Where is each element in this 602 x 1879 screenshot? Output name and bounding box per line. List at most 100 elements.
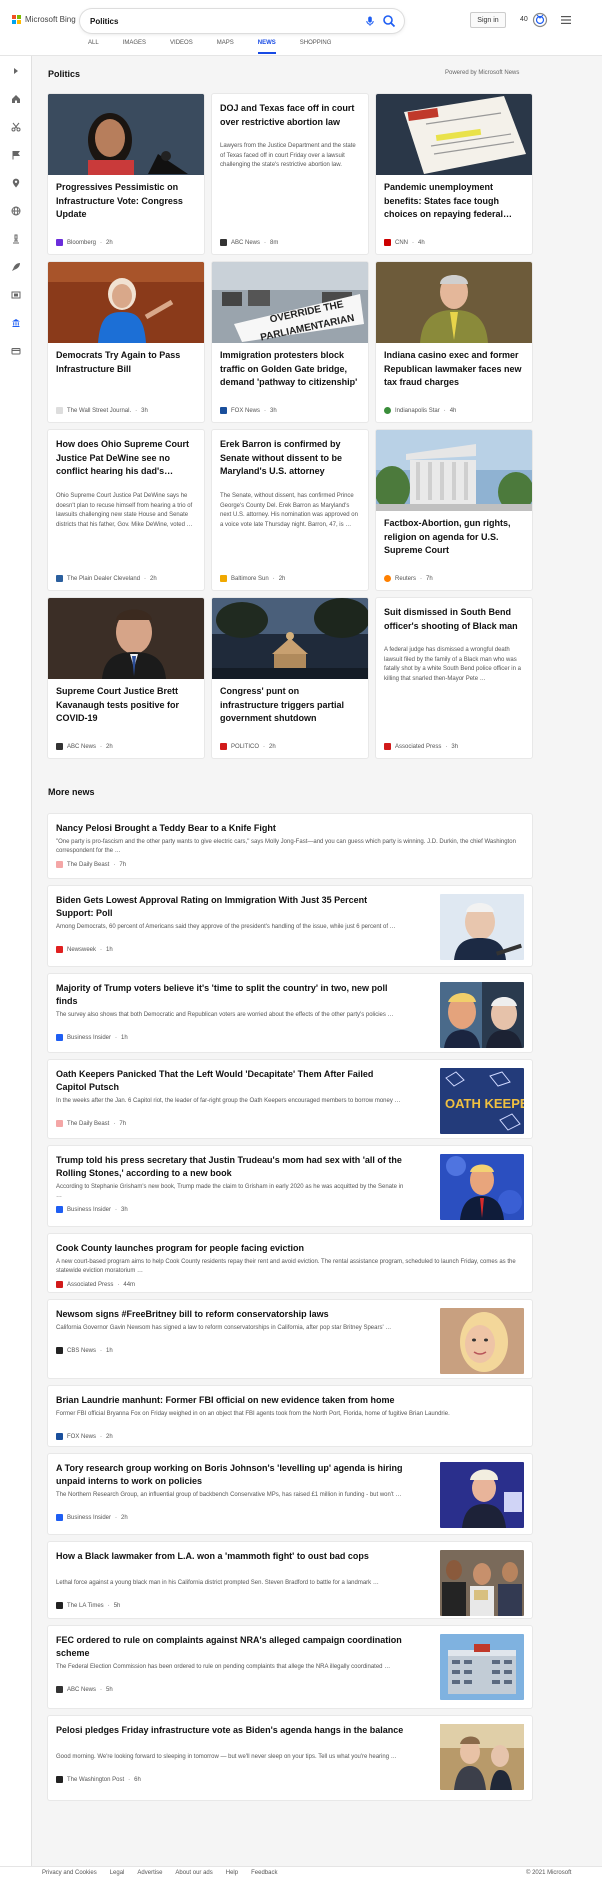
home-icon[interactable] bbox=[9, 92, 23, 106]
hamburger-menu-icon[interactable] bbox=[561, 15, 571, 25]
news-card[interactable]: Indiana casino exec and former Republica… bbox=[376, 262, 532, 422]
list-item-source[interactable]: Business Insider · 2h bbox=[56, 1514, 128, 1521]
card-source[interactable]: Indianapolis Star · 4h bbox=[384, 407, 456, 414]
list-item[interactable]: Trump told his press secretary that Just… bbox=[48, 1146, 532, 1226]
list-item[interactable]: Cook County launches program for people … bbox=[48, 1234, 532, 1292]
news-card[interactable]: OVERRIDE THE PARLIAMENTARIAN Immigration … bbox=[212, 262, 368, 422]
list-item-title[interactable]: Biden Gets Lowest Approval Rating on Imm… bbox=[56, 894, 404, 920]
card-title[interactable]: Supreme Court Justice Brett Kavanaugh te… bbox=[56, 685, 196, 726]
footer-link-legal[interactable]: Legal bbox=[110, 1870, 125, 1876]
footer-link-about-ads[interactable]: About our ads bbox=[175, 1870, 212, 1876]
expand-icon[interactable] bbox=[9, 64, 23, 78]
rocket-icon[interactable] bbox=[9, 260, 23, 274]
card-title[interactable]: DOJ and Texas face off in court over res… bbox=[220, 102, 360, 129]
card-source[interactable]: CNN · 4h bbox=[384, 239, 425, 246]
list-item[interactable]: Pelosi pledges Friday infrastructure vot… bbox=[48, 1716, 532, 1800]
news-card[interactable]: How does Ohio Supreme Court Justice Pat … bbox=[48, 430, 204, 590]
tab-images[interactable]: IMAGES bbox=[123, 40, 146, 54]
news-card[interactable]: Erek Barron is confirmed by Senate witho… bbox=[212, 430, 368, 590]
list-item-source[interactable]: Newsweek · 1h bbox=[56, 946, 113, 953]
credit-card-icon[interactable] bbox=[9, 344, 23, 358]
list-item-source[interactable]: Associated Press · 44m bbox=[56, 1281, 135, 1288]
globe-icon[interactable] bbox=[9, 204, 23, 218]
news-card[interactable]: Democrats Try Again to Pass Infrastructu… bbox=[48, 262, 204, 422]
list-item[interactable]: Brian Laundrie manhunt: Former FBI offic… bbox=[48, 1386, 532, 1446]
list-item-source[interactable]: Business Insider · 3h bbox=[56, 1206, 128, 1213]
list-item-title[interactable]: How a Black lawmaker from L.A. won a 'ma… bbox=[56, 1550, 404, 1563]
bing-logo[interactable]: Microsoft Bing bbox=[12, 15, 76, 24]
card-source[interactable]: The Plain Dealer Cleveland · 2h bbox=[56, 575, 157, 582]
list-item-source[interactable]: CBS News · 1h bbox=[56, 1347, 113, 1354]
footer-link-help[interactable]: Help bbox=[226, 1870, 238, 1876]
list-item-title[interactable]: Pelosi pledges Friday infrastructure vot… bbox=[56, 1724, 404, 1737]
card-title[interactable]: Democrats Try Again to Pass Infrastructu… bbox=[56, 349, 196, 376]
card-title[interactable]: Pandemic unemployment benefits: States f… bbox=[384, 181, 524, 222]
scissors-icon[interactable] bbox=[9, 120, 23, 134]
list-item-source[interactable]: The Daily Beast · 7h bbox=[56, 861, 126, 868]
card-title[interactable]: Erek Barron is confirmed by Senate witho… bbox=[220, 438, 360, 479]
news-card[interactable]: Pandemic unemployment benefits: States f… bbox=[376, 94, 532, 254]
flag-icon[interactable] bbox=[9, 148, 23, 162]
list-item-title[interactable]: Trump told his press secretary that Just… bbox=[56, 1154, 404, 1180]
list-item-source[interactable]: FOX News · 2h bbox=[56, 1433, 113, 1440]
list-item-title[interactable]: Nancy Pelosi Brought a Teddy Bear to a K… bbox=[56, 822, 522, 835]
card-source[interactable]: Reuters · 7h bbox=[384, 575, 433, 582]
microscope-icon[interactable] bbox=[9, 232, 23, 246]
tab-videos[interactable]: VIDEOS bbox=[170, 40, 193, 54]
news-card[interactable]: Factbox-Abortion, gun rights, religion o… bbox=[376, 430, 532, 590]
list-item-source[interactable]: The Washington Post · 6h bbox=[56, 1776, 141, 1783]
government-building-icon[interactable] bbox=[9, 316, 23, 330]
film-icon[interactable] bbox=[9, 288, 23, 302]
footer-link-privacy[interactable]: Privacy and Cookies bbox=[42, 1870, 97, 1876]
card-source[interactable]: FOX News · 3h bbox=[220, 407, 277, 414]
list-item-title[interactable]: FEC ordered to rule on complaints agains… bbox=[56, 1634, 404, 1660]
search-input[interactable] bbox=[90, 14, 340, 28]
location-pin-icon[interactable] bbox=[9, 176, 23, 190]
list-item[interactable]: FEC ordered to rule on complaints agains… bbox=[48, 1626, 532, 1708]
rewards-medal-icon[interactable] bbox=[532, 12, 548, 28]
tab-shopping[interactable]: SHOPPING bbox=[300, 40, 332, 54]
tab-maps[interactable]: MAPS bbox=[217, 40, 234, 54]
news-card[interactable]: Congress' punt on infrastructure trigger… bbox=[212, 598, 368, 758]
list-item-title[interactable]: Newsom signs #FreeBritney bill to reform… bbox=[56, 1308, 404, 1321]
list-item[interactable]: Biden Gets Lowest Approval Rating on Imm… bbox=[48, 886, 532, 966]
news-card[interactable]: Progressives Pessimistic on Infrastructu… bbox=[48, 94, 204, 254]
tab-news[interactable]: NEWS bbox=[257, 40, 276, 54]
news-card[interactable]: DOJ and Texas face off in court over res… bbox=[212, 94, 368, 254]
list-item-title[interactable]: Majority of Trump voters believe it's 't… bbox=[56, 982, 404, 1008]
card-source[interactable]: POLITICO · 2h bbox=[220, 743, 276, 750]
list-item[interactable]: Oath Keepers Panicked That the Left Woul… bbox=[48, 1060, 532, 1138]
list-item-title[interactable]: Oath Keepers Panicked That the Left Woul… bbox=[56, 1068, 404, 1094]
list-item-title[interactable]: Brian Laundrie manhunt: Former FBI offic… bbox=[56, 1394, 522, 1407]
list-item-source[interactable]: Business Insider · 1h bbox=[56, 1034, 128, 1041]
card-source[interactable]: Baltimore Sun · 2h bbox=[220, 575, 285, 582]
card-source[interactable]: ABC News · 8m bbox=[220, 239, 278, 246]
list-item[interactable]: How a Black lawmaker from L.A. won a 'ma… bbox=[48, 1542, 532, 1618]
tab-all[interactable]: ALL bbox=[88, 40, 99, 54]
microphone-icon[interactable] bbox=[364, 15, 376, 27]
card-title[interactable]: Immigration protesters block traffic on … bbox=[220, 349, 360, 390]
card-title[interactable]: How does Ohio Supreme Court Justice Pat … bbox=[56, 438, 196, 479]
card-title[interactable]: Factbox-Abortion, gun rights, religion o… bbox=[384, 517, 524, 558]
card-source[interactable]: Associated Press · 3h bbox=[384, 743, 458, 750]
list-item-source[interactable]: ABC News · 5h bbox=[56, 1686, 113, 1693]
footer-link-feedback[interactable]: Feedback bbox=[251, 1870, 277, 1876]
card-source[interactable]: Bloomberg · 2h bbox=[56, 239, 113, 246]
news-card[interactable]: Suit dismissed in South Bend officer's s… bbox=[376, 598, 532, 758]
list-item-source[interactable]: The Daily Beast · 7h bbox=[56, 1120, 126, 1127]
list-item[interactable]: Majority of Trump voters believe it's 't… bbox=[48, 974, 532, 1052]
footer-link-advertise[interactable]: Advertise bbox=[137, 1870, 162, 1876]
list-item[interactable]: Newsom signs #FreeBritney bill to reform… bbox=[48, 1300, 532, 1378]
search-icon[interactable] bbox=[382, 14, 396, 28]
list-item-title[interactable]: A Tory research group working on Boris J… bbox=[56, 1462, 404, 1488]
card-title[interactable]: Indiana casino exec and former Republica… bbox=[384, 349, 524, 390]
list-item[interactable]: A Tory research group working on Boris J… bbox=[48, 1454, 532, 1534]
list-item-source[interactable]: The LA Times · 5h bbox=[56, 1602, 120, 1609]
card-title[interactable]: Congress' punt on infrastructure trigger… bbox=[220, 685, 360, 726]
list-item[interactable]: Nancy Pelosi Brought a Teddy Bear to a K… bbox=[48, 814, 532, 878]
card-title[interactable]: Suit dismissed in South Bend officer's s… bbox=[384, 606, 524, 633]
sign-in-button[interactable]: Sign in bbox=[470, 12, 506, 28]
card-title[interactable]: Progressives Pessimistic on Infrastructu… bbox=[56, 181, 196, 222]
list-item-title[interactable]: Cook County launches program for people … bbox=[56, 1242, 522, 1255]
card-source[interactable]: ABC News · 2h bbox=[56, 743, 113, 750]
